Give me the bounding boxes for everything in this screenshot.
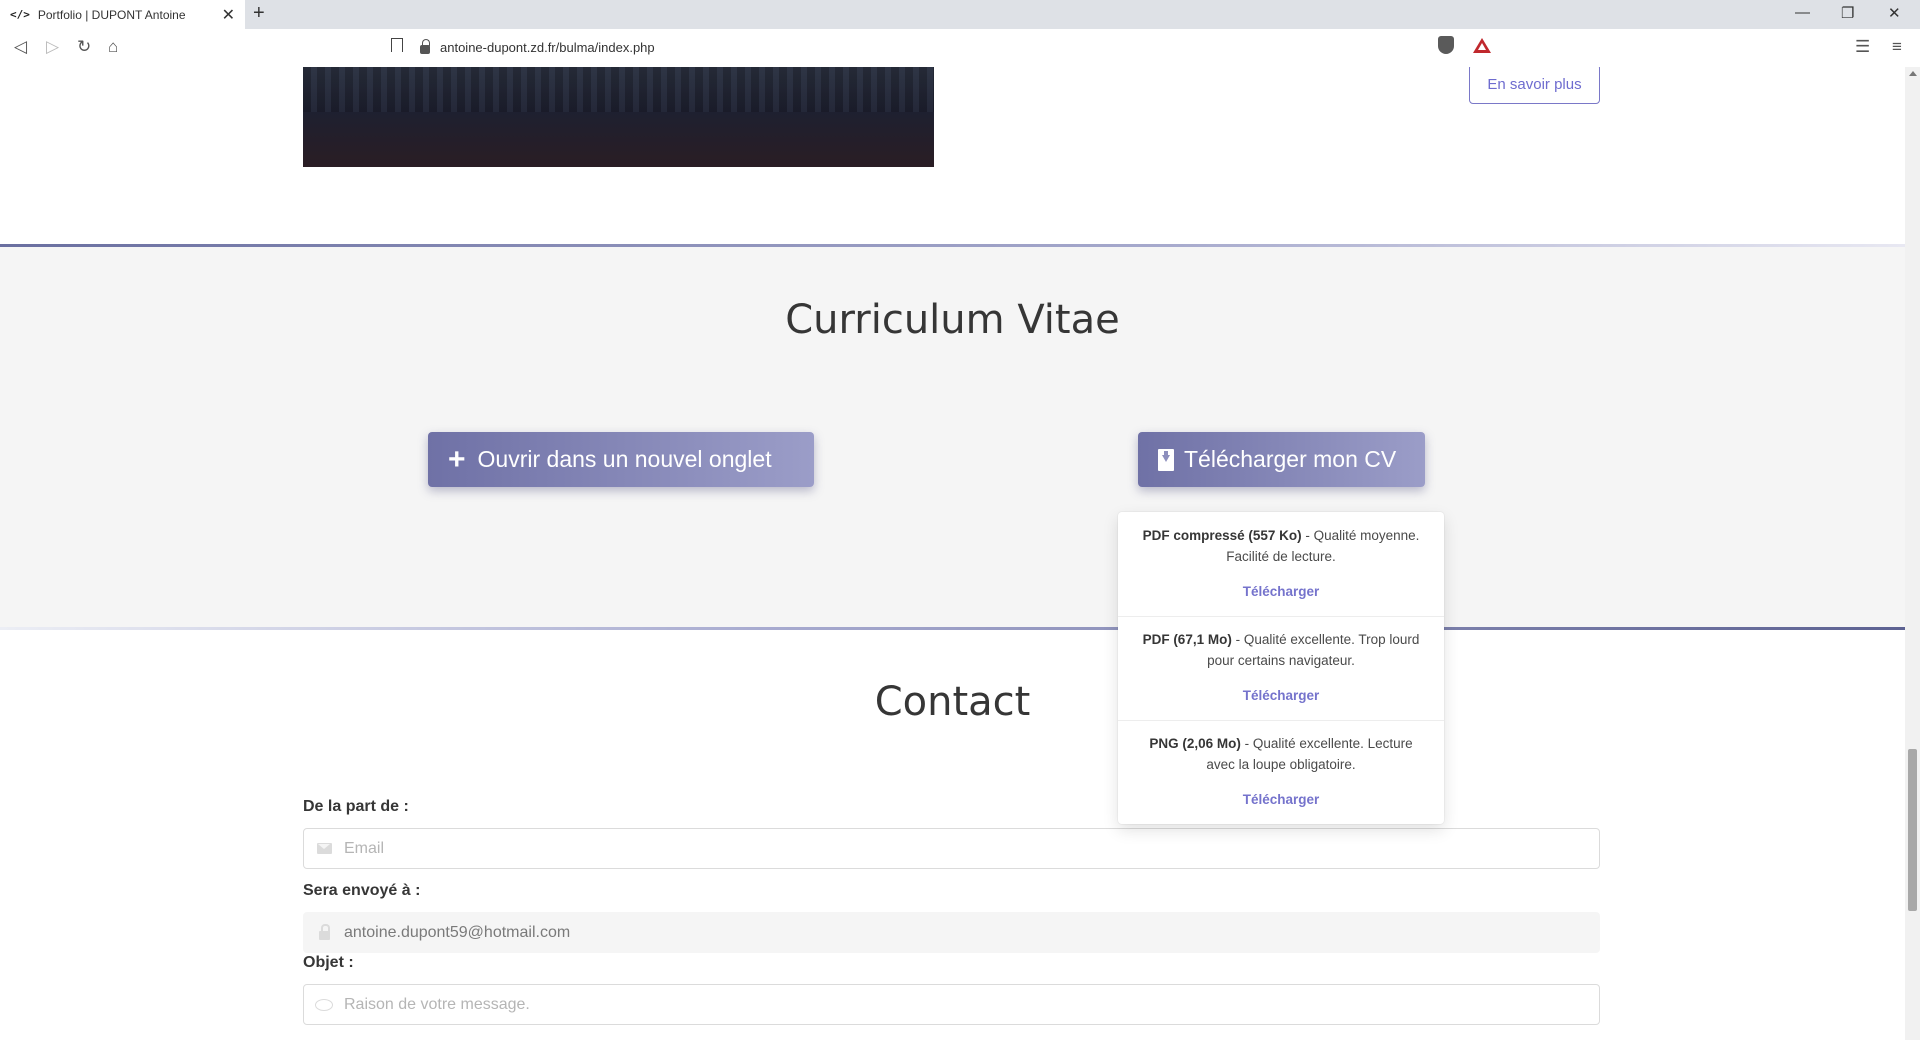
url-text: antoine-dupont.zd.fr/bulma/index.php <box>440 39 655 55</box>
open-new-tab-button[interactable]: + Ouvrir dans un nouvel onglet <box>428 432 814 487</box>
menu-icon[interactable]: ≡ <box>1892 37 1902 57</box>
option-name: PDF compressé (557 Ko) <box>1142 528 1302 543</box>
tab-title: Portfolio | DUPONT Antoine <box>37 7 186 22</box>
scroll-thumb[interactable] <box>1908 749 1917 911</box>
bookmark-icon[interactable] <box>391 38 403 52</box>
tab-bar: </> Portfolio | DUPONT Antoine ✕ + — ❐ ✕ <box>0 0 1920 29</box>
to-label: Sera envoyé à : <box>303 882 421 899</box>
envelope-icon <box>316 843 332 854</box>
restore-icon[interactable]: ❐ <box>1841 4 1854 22</box>
lock-icon <box>420 38 430 54</box>
code-icon: </> <box>10 8 30 21</box>
browser-tab[interactable]: </> Portfolio | DUPONT Antoine ✕ <box>0 0 245 29</box>
subject-label: Objet : <box>303 954 354 971</box>
close-tab-icon[interactable]: ✕ <box>222 5 235 25</box>
section-divider-top <box>0 244 1905 247</box>
plus-icon: + <box>448 442 466 476</box>
lock-icon <box>318 924 330 940</box>
download-option: PDF compressé (557 Ko) - Qualité moyenne… <box>1118 525 1444 602</box>
option-name: PNG (2,06 Mo) <box>1149 736 1241 751</box>
email-field[interactable]: Email <box>303 828 1600 869</box>
address-bar[interactable]: antoine-dupont.zd.fr/bulma/index.php <box>420 34 1500 60</box>
email-placeholder: Email <box>344 839 385 857</box>
more-info-button[interactable]: En savoir plus <box>1469 67 1600 104</box>
browser-toolbar: ◁ ▷ ↻ ⌂ antoine-dupont.zd.fr/bulma/index… <box>0 29 1920 68</box>
comment-icon <box>315 998 333 1011</box>
back-icon[interactable]: ◁ <box>14 37 27 57</box>
shield-icon[interactable] <box>1438 36 1454 54</box>
download-option: PDF (67,1 Mo) - Qualité excellente. Trop… <box>1118 629 1444 706</box>
new-tab-icon[interactable]: + <box>253 2 265 25</box>
option-name: PDF (67,1 Mo) <box>1142 632 1232 647</box>
from-label: De la part de : <box>303 798 409 815</box>
download-option: PNG (2,06 Mo) - Qualité excellente. Lect… <box>1118 733 1444 810</box>
page-scrollbar[interactable] <box>1905 67 1920 1040</box>
download-cv-label: Télécharger mon CV <box>1184 446 1397 472</box>
home-icon[interactable]: ⌂ <box>108 37 118 57</box>
dropdown-divider <box>1118 616 1444 617</box>
download-cv-button[interactable]: Télécharger mon CV <box>1138 432 1425 487</box>
minimize-icon[interactable]: — <box>1795 4 1810 21</box>
page-viewport: En savoir plus Curriculum Vitae + Ouvrir… <box>0 67 1905 1040</box>
subject-placeholder: Raison de votre message. <box>344 995 530 1013</box>
contact-title: Contact <box>874 679 1031 725</box>
playlist-icon[interactable]: ☰ <box>1855 37 1870 57</box>
file-download-icon <box>1158 448 1174 471</box>
rewards-icon[interactable] <box>1473 38 1491 53</box>
subject-field[interactable]: Raison de votre message. <box>303 984 1600 1025</box>
section-divider-bottom <box>0 627 1905 630</box>
reload-icon[interactable]: ↻ <box>77 37 91 57</box>
project-image <box>303 67 934 167</box>
cv-title: Curriculum Vitae <box>785 297 1120 343</box>
forward-icon[interactable]: ▷ <box>46 37 59 57</box>
download-link[interactable]: Télécharger <box>1118 685 1444 706</box>
close-window-icon[interactable]: ✕ <box>1888 4 1901 22</box>
scroll-up-icon[interactable] <box>1909 71 1917 76</box>
recipient-value: antoine.dupont59@hotmail.com <box>344 923 571 941</box>
open-new-tab-label: Ouvrir dans un nouvel onglet <box>477 446 772 472</box>
recipient-field: antoine.dupont59@hotmail.com <box>303 912 1600 953</box>
option-desc: - Qualité excellente. Trop lourd pour ce… <box>1207 632 1420 668</box>
dropdown-divider <box>1118 720 1444 721</box>
download-link[interactable]: Télécharger <box>1118 581 1444 602</box>
download-dropdown: PDF compressé (557 Ko) - Qualité moyenne… <box>1118 512 1444 824</box>
download-link[interactable]: Télécharger <box>1118 789 1444 810</box>
